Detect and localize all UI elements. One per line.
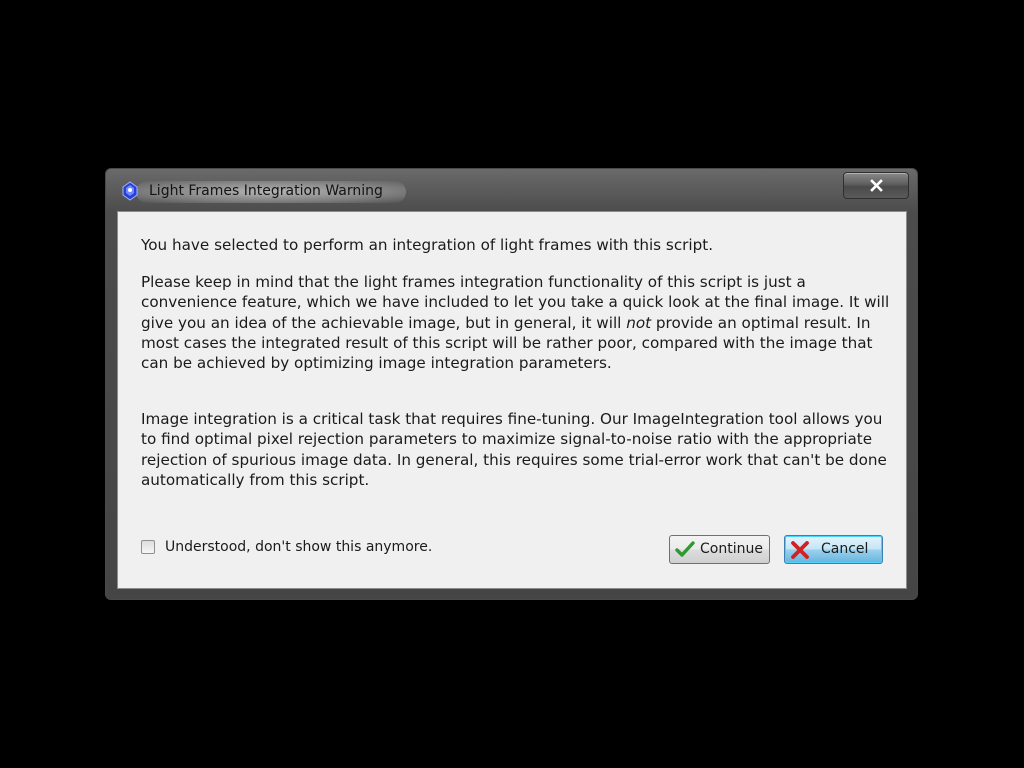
- red-x-icon: [791, 541, 809, 559]
- checkmark-icon: [675, 541, 695, 557]
- continue-label: Continue: [700, 541, 763, 557]
- dont-show-again-checkbox[interactable]: [141, 540, 155, 554]
- cancel-label: Cancel: [821, 541, 869, 557]
- app-icon: [122, 181, 138, 201]
- message-paragraph-2: Please keep in mind that the light frame…: [141, 272, 891, 373]
- continue-button[interactable]: Continue: [669, 535, 770, 564]
- message-paragraph-3: Image integration is a critical task tha…: [141, 410, 887, 489]
- emphasis-text: not: [626, 313, 652, 332]
- dont-show-again-label[interactable]: Understood, don't show this anymore.: [165, 539, 432, 555]
- close-icon: [870, 179, 883, 192]
- dialog-content: You have selected to perform an integrat…: [117, 211, 907, 589]
- cancel-button[interactable]: Cancel: [784, 535, 883, 564]
- title-bar[interactable]: Light Frames Integration Warning: [106, 169, 917, 211]
- close-button[interactable]: [843, 172, 909, 199]
- message-paragraph-1: You have selected to perform an integrat…: [141, 236, 714, 254]
- warning-dialog: Light Frames Integration Warning You hav…: [105, 168, 918, 600]
- window-title: Light Frames Integration Warning: [149, 183, 383, 199]
